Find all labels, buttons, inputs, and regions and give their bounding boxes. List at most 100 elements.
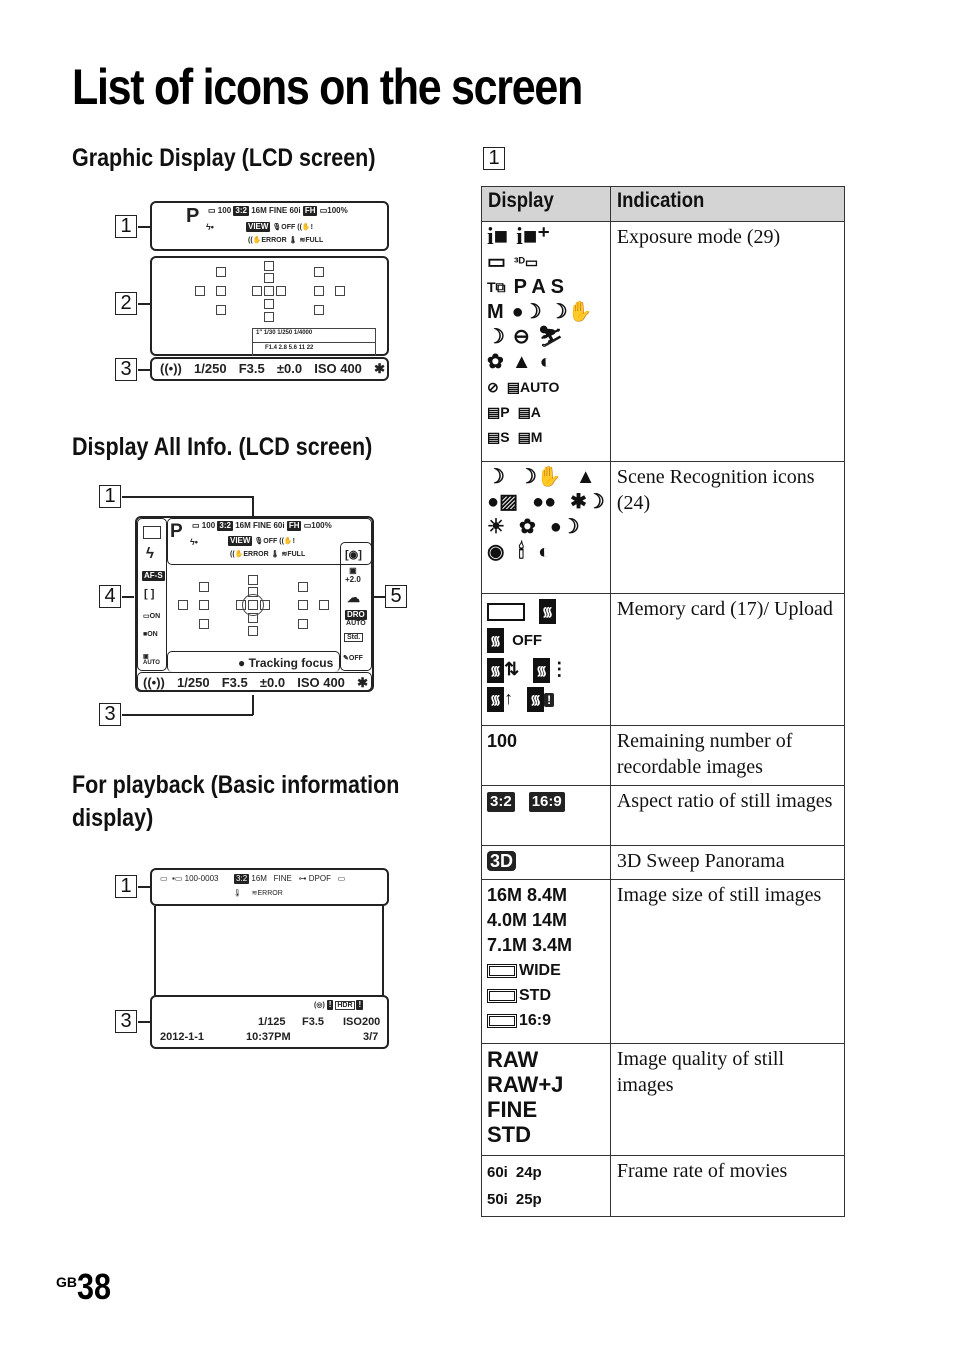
panorama-size-icon bbox=[487, 988, 517, 1003]
af-point bbox=[216, 305, 226, 315]
aperture: F3.5 bbox=[302, 1016, 325, 1028]
landscape-icon: ▲ bbox=[511, 351, 532, 373]
page-number: GB38 bbox=[56, 1266, 117, 1308]
flash-icon: ϟ• bbox=[190, 537, 198, 547]
frame-rate-50i: 50i bbox=[487, 1191, 508, 1208]
anti-motion-blur-icon: ⊘ bbox=[487, 379, 499, 395]
table-row: RAW RAW+J FINE STD Image quality of stil… bbox=[481, 1043, 846, 1156]
af-point bbox=[199, 600, 209, 610]
indication-cell: Scene Recognition icons (24) bbox=[609, 461, 846, 594]
backlight-icon: ☀ bbox=[487, 516, 505, 538]
af-point bbox=[264, 261, 274, 271]
steadyshot-icon: ((•)) bbox=[160, 361, 182, 376]
upload-complete-icon: ᯾ ↑ bbox=[487, 686, 513, 712]
ae-lock-icon: ✱ bbox=[357, 675, 368, 690]
face-detection-icon: ▭ON bbox=[143, 613, 161, 620]
focus-area-icon: [ ] bbox=[144, 588, 155, 600]
callout-leader bbox=[138, 886, 150, 888]
display-cell: 3D bbox=[481, 845, 611, 880]
error-label: ERROR bbox=[257, 890, 283, 897]
section-title-playback: For playback (Basic information display) bbox=[72, 769, 399, 835]
portrait-icon: ◉ bbox=[487, 541, 505, 563]
upload-waiting-icon: ᯾ ⋮ bbox=[533, 657, 568, 683]
night-portrait-icon: ●☽ bbox=[511, 301, 542, 323]
table-row: ☽ ☽✋ ▲ ●▨ ●● ✱☽ ☀ ✿ ●☽ ◉ 🕯 ◐ Scene Recognition i… bbox=[481, 461, 846, 594]
indication-cell: Aspect ratio of still images bbox=[609, 785, 846, 846]
display-cell: i■ i■⁺ ▭ ³ᴰ▭ T⧉ P A S M ●☽ ☽✋ ☽ ⊖ ⛷ ✿ ▲ ◐ ⊘ ▤AUTO … bbox=[481, 221, 611, 462]
metering-mode-icon: [◉] bbox=[345, 549, 362, 561]
display-cell: ☽ ☽✋ ▲ ●▨ ●● ✱☽ ☀ ✿ ●☽ ◉ 🕯 ◐ bbox=[481, 461, 611, 594]
handheld-twilight-icon: ☽✋ bbox=[518, 466, 562, 488]
frame-rate-24p: 24p bbox=[515, 1164, 542, 1181]
temperature-icon: 🌡 bbox=[288, 237, 298, 244]
image-size-line: 4.0M 14M bbox=[487, 910, 568, 930]
auto-portrait-icon: ▣ AUTO bbox=[143, 654, 160, 666]
movie-p-icon: ▤P bbox=[487, 404, 510, 420]
playback-status-row-2: 🌡 ≋ERROR bbox=[233, 889, 283, 897]
af-point bbox=[264, 299, 274, 309]
table-row: 100 Remaining number of recordable image… bbox=[481, 725, 846, 786]
movie-format-icon: FH bbox=[286, 521, 302, 531]
frame-rate-25p: 25p bbox=[515, 1191, 542, 1208]
display-cell: 60i 24p 50i 25p bbox=[481, 1155, 611, 1217]
memory-card-icon: ▭ bbox=[208, 206, 216, 216]
af-point bbox=[216, 267, 226, 277]
quality: FINE bbox=[268, 206, 288, 216]
status-row-2: VIEW 🎙OFF ((✋! bbox=[246, 222, 313, 232]
frame-rate: 60i bbox=[289, 206, 301, 216]
hdr-badge: HDR bbox=[335, 1000, 355, 1010]
movie-auto-icon: ▤AUTO bbox=[506, 379, 560, 395]
flash-compensation: ▣ +2.0 bbox=[345, 566, 361, 584]
screen-edge bbox=[382, 906, 384, 996]
quality: FINE bbox=[252, 521, 272, 531]
panorama-wide-label: WIDE bbox=[519, 962, 561, 979]
movie-a-icon: ▤A bbox=[517, 404, 541, 420]
aperture: F3.5 bbox=[221, 675, 248, 690]
image-size: 16M bbox=[235, 521, 251, 531]
table-row: 60i 24p 50i 25p Frame rate of movies bbox=[481, 1155, 846, 1217]
infant-icon: ●● bbox=[531, 491, 557, 513]
screen-edge bbox=[154, 906, 156, 996]
table-section-number: 1 bbox=[483, 147, 505, 170]
status-row-3: ((✋ERROR 🌡 ≋FULL bbox=[230, 550, 305, 558]
tracking-focus-label: ● Tracking focus bbox=[238, 656, 334, 670]
frame-rate: 60i bbox=[273, 521, 285, 531]
macro-icon: ✿ bbox=[487, 351, 504, 373]
steadyshot-error-icon: ((✋ERROR bbox=[230, 551, 269, 558]
upload-off-icon: ᯾ bbox=[487, 628, 505, 653]
af-point bbox=[298, 600, 308, 610]
uploading-icon: ᯾ ⇅ bbox=[487, 657, 519, 683]
remaining-count: 100 bbox=[201, 521, 216, 531]
portrait-icon: ◐ bbox=[539, 351, 552, 373]
af-point bbox=[248, 575, 258, 585]
creative-style-icon: Std. bbox=[344, 633, 364, 642]
memory-card-icon bbox=[487, 602, 525, 621]
callout-1: 1 bbox=[115, 215, 137, 238]
af-point bbox=[264, 286, 274, 296]
af-point bbox=[195, 286, 205, 296]
callout-2: 2 bbox=[115, 292, 137, 315]
column-header-indication: Indication bbox=[609, 186, 846, 222]
battery-level: 100% bbox=[327, 206, 348, 216]
status-row: ▭ 100 3:2 16M FINE 60i FH ▭100% bbox=[192, 521, 332, 531]
indication-cell: 3D Sweep Panorama bbox=[609, 845, 846, 880]
capture-time: 10:37PM bbox=[246, 1031, 291, 1043]
aspect-badge: 3:2 bbox=[217, 521, 233, 531]
frame-rate-60i: 60i bbox=[487, 1164, 508, 1181]
image-size: 16M bbox=[251, 206, 267, 216]
callout-leader bbox=[122, 714, 253, 716]
database-full-icon: ≋FULL bbox=[281, 551, 306, 558]
capture-date: 2012-1-1 bbox=[160, 1031, 205, 1043]
aspect-16-9-badge: 16:9 bbox=[528, 792, 565, 812]
steadyshot-error-icon: ((✋ERROR bbox=[248, 237, 287, 244]
mode-m-label: M bbox=[487, 301, 504, 323]
display-cell: 100 bbox=[481, 725, 611, 786]
af-point bbox=[314, 305, 324, 315]
section-title-line: For playback (Basic information bbox=[72, 771, 400, 799]
quality-std: STD bbox=[487, 1122, 531, 1147]
temperature-icon: 🌡 bbox=[233, 890, 242, 897]
drive-mode-icon bbox=[143, 526, 161, 539]
battery-icon: ▭ bbox=[337, 874, 346, 884]
table-row: 3D 3D Sweep Panorama bbox=[481, 845, 846, 880]
folder-file-number: 100-0003 bbox=[184, 874, 219, 884]
